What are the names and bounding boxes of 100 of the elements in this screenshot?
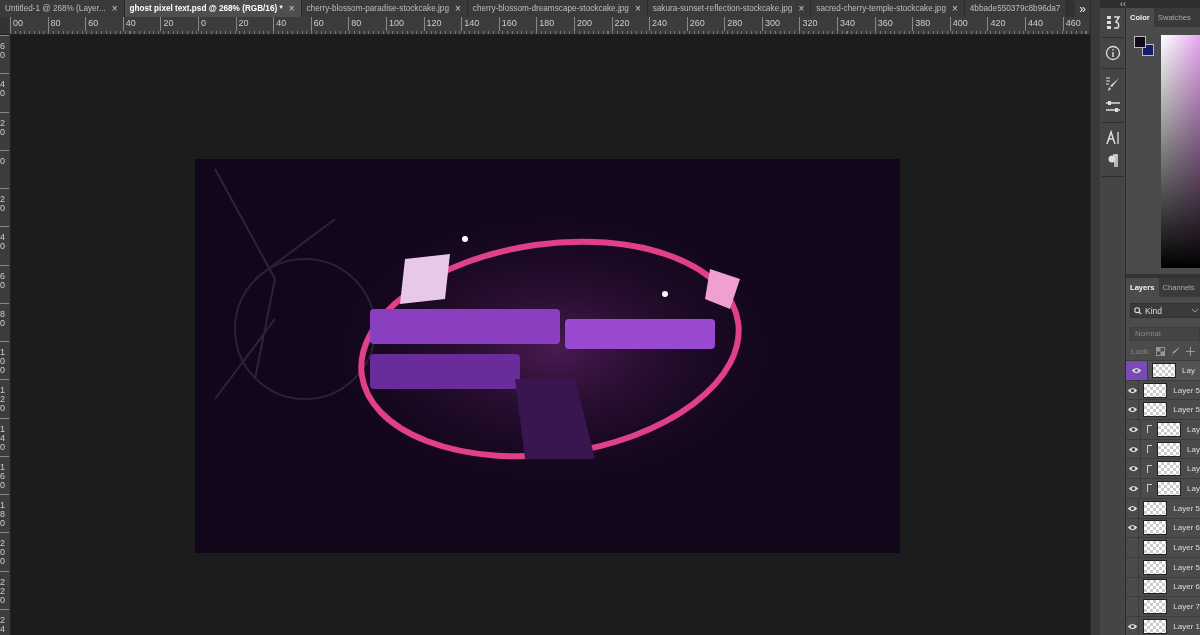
layer-row[interactable]: Lay [1126,360,1200,380]
layer-row[interactable]: Lay [1126,458,1200,479]
ruler-label: 220 [0,570,9,609]
eye-icon [1126,504,1138,512]
layer-thumbnail [1157,421,1182,437]
brush-icon[interactable] [1104,76,1121,92]
ruler-label: 40 [0,226,9,265]
close-icon[interactable]: × [288,3,295,14]
ruler-label: 40 [122,17,161,31]
move-icon[interactable] [1186,347,1196,356]
brush-icon[interactable] [1171,347,1181,356]
ruler-label: 80 [348,17,386,31]
ruler-label: 380 [912,17,950,31]
close-icon[interactable]: × [798,3,805,14]
document-tab[interactable]: cherry-blossom-paradise-stockcake.jpg × [301,0,468,17]
visibility-toggle[interactable] [1126,439,1142,459]
visibility-toggle[interactable] [1126,479,1142,498]
document-tab[interactable]: sacred-cherry-temple-stockcake.jpg × [811,0,965,17]
ruler-label: 280 [724,17,762,31]
close-icon[interactable]: × [454,3,461,14]
visibility-toggle[interactable] [1126,361,1148,380]
eye-icon [1127,445,1139,453]
ruler-label: 140 [0,417,9,456]
layer-thumbnail [1157,441,1182,457]
ruler-label: 40 [0,73,9,112]
layer-row[interactable]: Layer 5 [1126,497,1200,518]
ruler-label: 200 [573,17,612,31]
ruler-label: 20 [160,17,198,31]
ruler-label: 20 [0,188,9,227]
ruler-label: 160 [0,455,9,495]
ruler-label: 240 [649,17,687,31]
layer-thumbnail [1143,599,1168,615]
visibility-toggle[interactable] [1126,400,1140,420]
ruler-label: 80 [47,17,86,31]
layer-row[interactable]: Layer 7 [1126,596,1200,616]
layer-row[interactable]: Layer 6 [1126,576,1200,597]
ruler-label: 120 [0,379,9,418]
visibility-toggle[interactable] [1126,616,1140,635]
ruler-label: 60 [0,35,9,74]
color-swatches-icon[interactable] [1134,36,1154,56]
layer-row[interactable]: Layer 5 [1126,399,1200,420]
document-tab[interactable]: cherry-blossom-dreamscape-stockcake.jpg × [467,0,648,17]
visibility-toggle[interactable] [1126,518,1140,538]
visibility-toggle[interactable] [1126,498,1140,518]
ruler-label: 180 [536,17,574,31]
layer-thumbnail [1143,618,1168,634]
document-tab[interactable]: Untitled-1 @ 268% (Layer... × [0,0,125,17]
checkerboard-icon[interactable] [1156,347,1166,356]
layer-thumbnail [1143,500,1168,516]
ruler-label: 200 [0,532,9,571]
layer-thumbnail [1143,579,1168,595]
eye-icon [1131,366,1142,374]
ruler-label: 60 [0,264,9,303]
layer-row[interactable]: Layer 5 [1126,379,1200,400]
ruler-label: 20 [0,111,9,150]
layer-row[interactable]: Lay [1126,419,1200,439]
character-icon[interactable] [1104,130,1121,146]
history-icon[interactable] [1104,14,1121,30]
info-icon[interactable] [1104,45,1121,61]
eye-icon [1127,465,1139,473]
visibility-toggle[interactable] [1126,420,1142,439]
filter-dropdown[interactable]: Kind [1130,303,1200,318]
ruler-label: 60 [85,17,123,31]
ruler-label: 320 [799,17,838,31]
collapse-panels-button[interactable]: ‹‹ [1100,0,1200,8]
layer-thumbnail [1143,520,1168,536]
eye-icon [1126,622,1138,630]
ruler-label: 440 [1025,17,1063,31]
ruler-label: 20 [235,17,274,31]
sliders-icon[interactable] [1104,99,1121,115]
layer-row[interactable]: Layer 5 [1126,537,1200,557]
close-icon[interactable]: × [111,3,118,14]
ruler-label: 80 [0,302,9,342]
eye-icon [1127,425,1139,433]
layer-thumbnail [1143,540,1168,556]
visibility-toggle[interactable] [1126,380,1140,400]
layer-thumbnail [1157,461,1182,477]
ruler-label: 220 [611,17,650,31]
chevron-down-icon [1191,308,1199,313]
ruler-label: 0 [0,149,9,189]
ruler-label: 0 [197,17,236,31]
document-tab[interactable]: sakura-sunset-reflection-stockcake.jpg × [647,0,812,17]
tab-overflow-button[interactable]: » [1075,0,1090,17]
close-icon[interactable]: × [951,3,958,14]
ruler-label: 40 [273,17,311,31]
color-field[interactable] [1161,35,1200,268]
ruler-label: 100 [0,341,9,380]
layer-row[interactable]: Layer 1 [1126,615,1200,635]
ruler-label: 400 [949,17,988,31]
layer-row[interactable]: Layer 5 [1126,556,1200,577]
eye-icon [1126,386,1138,394]
document-tab[interactable]: ghost pixel text.psd @ 268% (RGB/16) * × [124,0,302,17]
layer-row[interactable]: Lay [1126,478,1200,498]
document-tab[interactable]: 4bbade550379c8b96da7 [964,0,1068,17]
visibility-toggle[interactable] [1126,459,1142,479]
layer-row[interactable]: Lay [1126,438,1200,459]
layer-thumbnail [1152,362,1176,378]
layer-row[interactable]: Layer 6 [1126,517,1200,538]
layer-thumbnail [1143,559,1168,575]
close-icon[interactable]: × [634,3,641,14]
